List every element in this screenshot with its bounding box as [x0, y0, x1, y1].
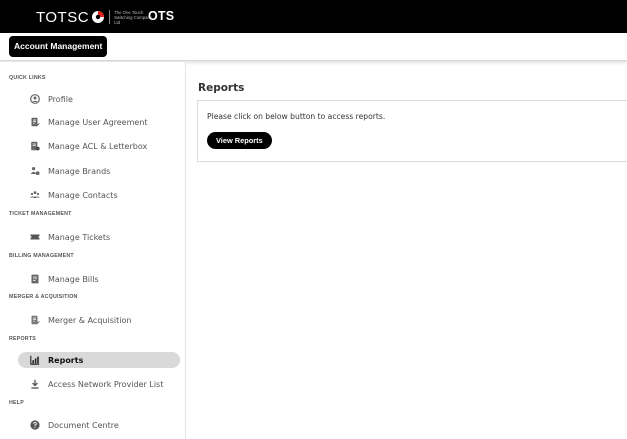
sidebar-item-label: Reports	[48, 355, 84, 365]
logo-swirl-icon	[91, 10, 105, 24]
download-icon	[30, 379, 40, 389]
sidebar-item-label: Manage User Agreement	[48, 117, 148, 127]
sidebar-item-manage-brands[interactable]: Manage Brands	[18, 163, 180, 179]
page-title: Reports	[198, 82, 245, 94]
reports-panel: Please click on below button to access r…	[197, 100, 627, 162]
brand-people-icon	[30, 166, 40, 176]
sidebar: QUICK LINKS Profile Manage User Agreemen…	[0, 62, 186, 439]
totsco-logo[interactable]: TOTSC The One Touch Switching Company Lt…	[36, 7, 158, 27]
sidebar-item-label: Document Centre	[48, 420, 119, 430]
top-header-bar: TOTSC The One Touch Switching Company Lt…	[0, 0, 627, 33]
section-heading-billing-management: BILLING MANAGEMENT	[9, 253, 74, 259]
reports-instruction-text: Please click on below button to access r…	[207, 112, 386, 121]
sidebar-item-manage-contacts[interactable]: Manage Contacts	[18, 187, 180, 203]
sidebar-item-label: Merger & Acquisition	[48, 315, 132, 325]
sidebar-item-manage-user-agreement[interactable]: Manage User Agreement	[18, 114, 180, 130]
sidebar-item-manage-acl-letterbox[interactable]: Manage ACL & Letterbox	[18, 138, 180, 154]
sidebar-item-access-network-provider-list[interactable]: Access Network Provider List	[18, 376, 180, 392]
sidebar-item-reports[interactable]: Reports	[18, 352, 180, 368]
section-heading-ticket-management: TICKET MANAGEMENT	[9, 211, 72, 217]
sidebar-item-document-centre[interactable]: Document Centre	[18, 417, 180, 433]
sidebar-item-label: Manage Bills	[48, 274, 99, 284]
sidebar-item-label: Manage ACL & Letterbox	[48, 141, 148, 151]
section-heading-merger-acquisition: MERGER & ACQUISITION	[9, 294, 78, 300]
contacts-group-icon	[30, 190, 40, 200]
chart-icon	[30, 355, 40, 365]
view-reports-button[interactable]: View Reports	[207, 132, 272, 149]
sidebar-item-label: Access Network Provider List	[48, 379, 164, 389]
section-heading-help: HELP	[9, 400, 24, 406]
sidebar-item-manage-bills[interactable]: Manage Bills	[18, 271, 180, 287]
sidebar-item-profile[interactable]: Profile	[18, 91, 180, 107]
document-edit-icon	[30, 315, 40, 325]
bill-icon	[30, 274, 40, 284]
help-circle-icon	[30, 420, 40, 430]
logo-divider	[109, 10, 111, 24]
sidebar-item-label: Manage Contacts	[48, 190, 118, 200]
sidebar-item-label: Profile	[48, 94, 73, 104]
sidebar-item-label: Manage Brands	[48, 166, 111, 176]
document-edit-icon	[30, 117, 40, 127]
section-heading-reports: REPORTS	[9, 336, 37, 342]
user-circle-icon	[30, 94, 40, 104]
document-stack-icon	[30, 141, 40, 151]
sidebar-item-manage-tickets[interactable]: Manage Tickets	[18, 229, 180, 245]
sidebar-item-merger-acquisition[interactable]: Merger & Acquisition	[18, 312, 180, 328]
logo-wordmark: TOTSC	[36, 8, 90, 26]
ticket-icon	[30, 232, 40, 242]
account-management-button[interactable]: Account Management	[9, 36, 108, 57]
sidebar-item-label: Manage Tickets	[48, 232, 111, 242]
app-name: OTS	[148, 9, 175, 23]
section-heading-quick-links: QUICK LINKS	[9, 75, 46, 81]
